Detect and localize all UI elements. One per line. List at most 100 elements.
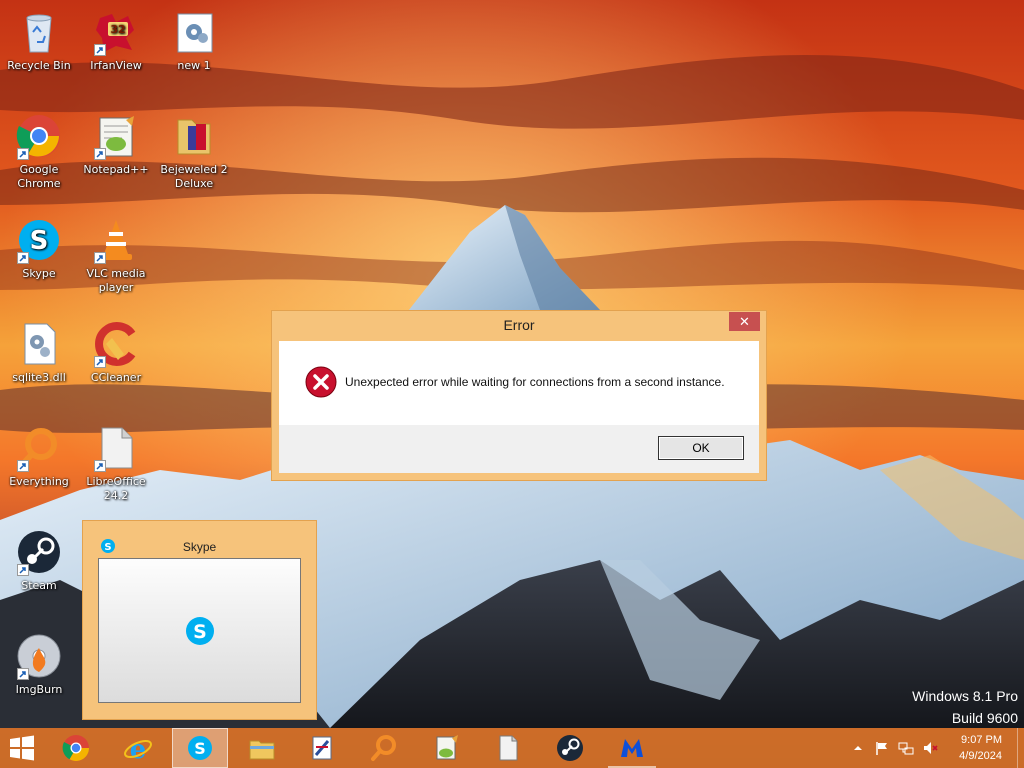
volume-muted-icon[interactable] [922,740,938,756]
taskbar-steam[interactable] [542,728,598,768]
shortcut-arrow-icon [17,252,29,264]
desktop-icon-label: Notepad++ [83,163,149,176]
taskbar-file-explorer[interactable] [234,728,290,768]
taskbar-notepadpp[interactable] [418,728,474,768]
notepadpp-icon [92,112,140,160]
libreoffice-icon [92,424,140,472]
watermark-edition: Windows 8.1 Pro [912,688,1018,704]
steam-icon [557,735,583,761]
skype-icon: S [15,216,63,264]
desktop-icon-recycle-bin[interactable]: Recycle Bin [1,8,77,73]
desktop-icon-label: Skype [22,267,56,280]
error-icon [305,366,337,398]
svg-text:S: S [30,226,49,256]
dialog-body: Unexpected error while waiting for conne… [279,341,759,473]
desktop-icon-new-1[interactable]: new 1 [156,8,232,73]
shortcut-arrow-icon [17,668,29,680]
shortcut-arrow-icon [94,460,106,472]
desktop-icon-label: new 1 [177,59,211,72]
show-hidden-icons-chevron[interactable] [850,740,866,756]
shortcut-arrow-icon [94,356,106,368]
desktop-icon-label: IrfanView [90,59,142,72]
error-dialog: Error ✕ Unexpected error while waiting f… [271,310,767,481]
dialog-button-bar: OK [279,425,759,473]
dialog-title: Error [503,317,535,333]
system-tray: 9:07 PM 4/9/2024 [850,728,1024,768]
desktop-icon-imgburn[interactable]: ImgBurn [1,632,77,697]
svg-text:e: e [130,735,147,763]
svg-text:S: S [194,739,206,758]
desktop-icon-notepadpp[interactable]: Notepad++ [78,112,154,177]
desktop-icon-everything[interactable]: Everything [1,424,77,489]
taskbar: e S 9:07 PM 4/9/2024 [0,728,1024,768]
desktop-icon-steam[interactable]: Steam [1,528,77,593]
watermark-build: Build 9600 [951,710,1018,726]
desktop-icon-label: CCleaner [90,371,142,384]
svg-text:S: S [193,621,207,643]
irfanview-badge: 32 [110,23,125,36]
taskbar-chrome[interactable] [48,728,104,768]
config-file-icon [170,8,218,56]
windows-watermark: Windows 8.1 Pro Build 9600 [912,686,1018,730]
shortcut-arrow-icon [17,148,29,160]
taskbar-skype[interactable]: S [172,728,228,768]
shortcut-arrow-icon [94,252,106,264]
file-explorer-icon [249,740,275,760]
desktop-icon-label: Steam [21,579,57,592]
show-desktop-button[interactable] [1017,728,1024,768]
desktop-icon-label: Bejeweled 2 Deluxe [160,163,228,190]
network-icon[interactable] [898,740,914,756]
skype-logo-icon: S [184,615,216,647]
everything-search-icon [371,735,396,761]
desktop-icon-label: ImgBurn [15,683,63,696]
desktop-icon-bejeweled[interactable]: Bejeweled 2 Deluxe [156,112,232,191]
desktop-icon-libreoffice[interactable]: LibreOffice 24.2 [78,424,154,503]
folder-icon [170,112,218,160]
taskbar-clock[interactable]: 9:07 PM 4/9/2024 [959,732,1002,764]
clock-time: 9:07 PM [961,734,1002,746]
desktop-icon-irfanview[interactable]: 32 IrfanView [78,8,154,73]
start-button[interactable] [0,728,50,768]
action-center-flag-icon[interactable] [874,740,890,756]
internet-explorer-icon: e [124,735,152,763]
desktop-icon-sqlite3-dll[interactable]: sqlite3.dll [1,320,77,385]
error-message: Unexpected error while waiting for conne… [345,375,725,389]
shortcut-arrow-icon [94,148,106,160]
desktop-icon-skype[interactable]: S Skype [1,216,77,281]
start-windows-icon [10,735,34,761]
skype-taskbar-thumbnail[interactable]: S Skype S [82,520,317,720]
desktop-icon-ccleaner[interactable]: CCleaner [78,320,154,385]
desktop-icon-google-chrome[interactable]: Google Chrome [1,112,77,191]
shortcut-arrow-icon [94,44,106,56]
imgburn-icon [15,632,63,680]
desktop-icon-label: Recycle Bin [7,59,71,72]
taskbar-libreoffice[interactable] [480,728,536,768]
thumbnail-title: Skype [182,540,217,554]
desktop-icon-label: Everything [9,475,69,488]
steam-icon [15,528,63,576]
vlc-icon [92,216,140,264]
ccleaner-icon [92,320,140,368]
shortcut-arrow-icon [17,460,29,472]
desktop-icon-label: Google Chrome [17,163,61,190]
recycle-bin-icon [15,8,63,56]
shortcut-arrow-icon [17,564,29,576]
libreoffice-icon [499,735,518,761]
close-button[interactable]: ✕ [729,312,760,331]
desktop-icon-label: LibreOffice 24.2 [86,475,146,502]
ok-button[interactable]: OK [658,436,744,460]
taskbar-internet-explorer[interactable]: e [110,728,166,768]
notepadpp-icon [436,735,458,760]
taskbar-malwarebytes[interactable] [604,728,660,768]
taskbar-installer[interactable] [294,728,350,768]
taskbar-everything[interactable] [356,728,412,768]
clock-date: 4/9/2024 [959,750,1002,762]
malwarebytes-icon [621,739,643,757]
irfanview-icon: 32 [92,8,140,56]
thumbnail-preview[interactable]: S [98,558,301,703]
desktop-icon-vlc[interactable]: VLC media player [78,216,154,295]
desktop-icon-label: sqlite3.dll [12,371,66,384]
chrome-icon [62,735,90,762]
dialog-message-area: Unexpected error while waiting for conne… [279,341,759,425]
everything-icon [15,424,63,472]
